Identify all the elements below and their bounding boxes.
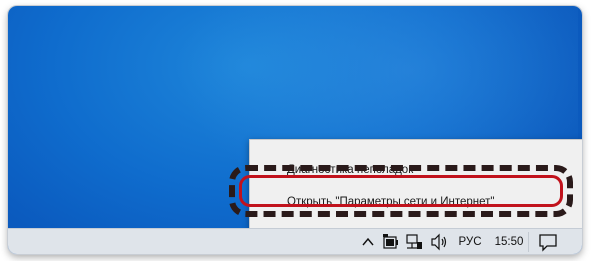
desktop: Диагностика неполадок Открыть "Параметры… <box>8 6 582 254</box>
tray-separator <box>528 232 529 252</box>
screenshot-frame: Диагностика неполадок Открыть "Параметры… <box>0 0 591 261</box>
menu-item-open-network-settings[interactable]: Открыть "Параметры сети и Интернет" <box>250 187 582 217</box>
language-indicator[interactable]: РУС <box>454 229 486 254</box>
network-context-menu: Диагностика неполадок Открыть "Параметры… <box>249 139 582 231</box>
action-center-icon[interactable] <box>537 229 559 254</box>
clock[interactable]: 15:50 <box>492 229 526 254</box>
menu-item-troubleshoot[interactable]: Диагностика неполадок <box>250 155 582 185</box>
menu-item-open-network-settings-label: Открыть "Параметры сети и Интернет" <box>287 196 495 208</box>
battery-icon[interactable] <box>382 229 400 254</box>
volume-icon[interactable] <box>429 229 449 254</box>
chevron-up-icon[interactable] <box>361 229 375 254</box>
network-icon[interactable] <box>404 229 424 254</box>
menu-item-troubleshoot-label: Диагностика неполадок <box>287 164 414 176</box>
taskbar: РУС 15:50 <box>8 228 582 254</box>
